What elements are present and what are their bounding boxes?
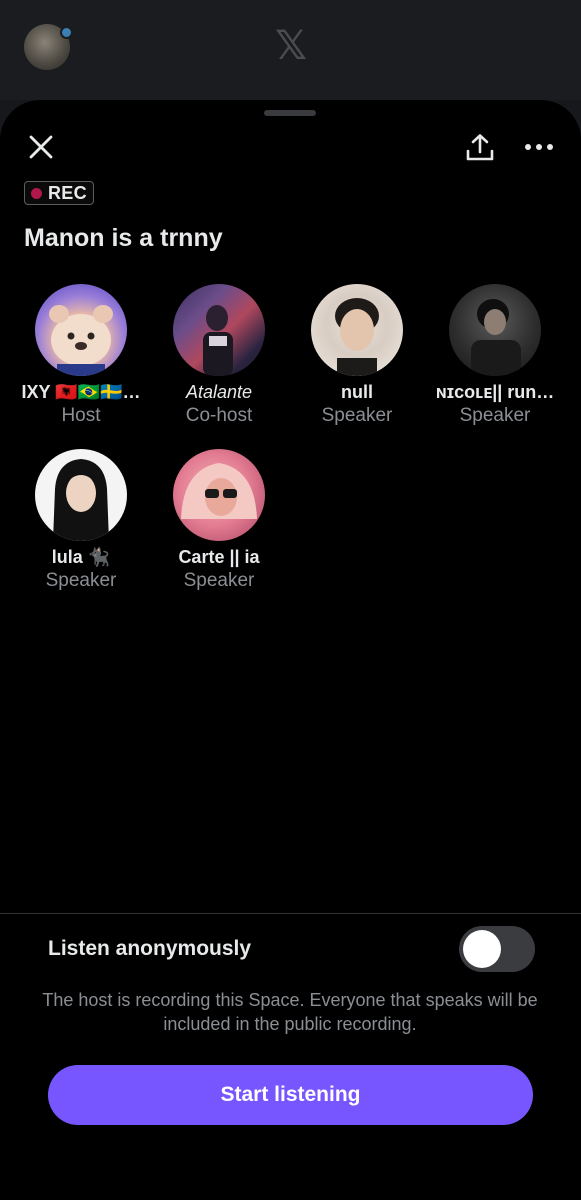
portrait-figure-icon bbox=[471, 299, 521, 376]
participant-name: null bbox=[341, 382, 373, 402]
participant-role: Host bbox=[61, 405, 101, 426]
avatar bbox=[311, 284, 403, 376]
avatar bbox=[35, 449, 127, 541]
participant-name: Atalante bbox=[185, 382, 253, 402]
recording-dot-icon bbox=[31, 187, 42, 199]
x-logo-icon: 𝕏 bbox=[274, 24, 308, 68]
share-icon bbox=[466, 134, 494, 161]
participant-cohost[interactable]: Atalante Co-host bbox=[150, 284, 288, 427]
participant-role: Co-host bbox=[185, 405, 253, 426]
recording-notice: The host is recording this Space. Everyo… bbox=[42, 990, 538, 1034]
sheet-grabber[interactable] bbox=[264, 110, 316, 116]
avatar bbox=[449, 284, 541, 376]
space-title: Manon is a trnny bbox=[24, 224, 223, 252]
listen-anonymously-label: Listen anonymously bbox=[48, 937, 252, 960]
participant-speaker[interactable]: Carte || ia Speaker bbox=[150, 449, 288, 592]
avatar bbox=[173, 284, 265, 376]
portrait-face-icon bbox=[335, 298, 379, 376]
space-sheet: REC Manon is a trnny IXY 🇦🇱🇧🇷🇸🇪… Host At… bbox=[0, 100, 581, 1200]
participant-role: Speaker bbox=[45, 570, 117, 591]
participant-role: Speaker bbox=[183, 570, 255, 591]
portrait-face-icon bbox=[53, 459, 109, 541]
portrait-face-icon bbox=[181, 463, 257, 519]
participant-name: IXY 🇦🇱🇧🇷🇸🇪… bbox=[21, 382, 141, 402]
participant-name: Carte || ia bbox=[178, 547, 260, 567]
participant-speaker[interactable]: lula 🐈‍⬛ Speaker bbox=[12, 449, 150, 592]
person-figure-icon bbox=[203, 305, 233, 376]
close-button[interactable] bbox=[24, 130, 58, 164]
start-listening-button[interactable]: Start listening bbox=[48, 1065, 533, 1125]
avatar bbox=[35, 284, 127, 376]
participant-role: Speaker bbox=[321, 405, 393, 426]
avatar bbox=[173, 449, 265, 541]
participant-name: ɴɪᴄᴏʟᴇ|| run… bbox=[435, 382, 555, 402]
participant-role: Speaker bbox=[459, 405, 531, 426]
recording-label: REC bbox=[48, 182, 87, 203]
more-options-button[interactable] bbox=[520, 132, 558, 162]
divider bbox=[0, 913, 581, 914]
recording-badge: REC bbox=[24, 181, 94, 205]
background-header: 𝕏 bbox=[0, 0, 581, 100]
share-button[interactable] bbox=[462, 130, 498, 166]
more-icon bbox=[525, 144, 553, 150]
notification-dot bbox=[60, 26, 73, 39]
participant-host[interactable]: IXY 🇦🇱🇧🇷🇸🇪… Host bbox=[12, 284, 150, 427]
participant-speaker[interactable]: null Speaker bbox=[288, 284, 426, 427]
participant-speaker[interactable]: ɴɪᴄᴏʟᴇ|| run… Speaker bbox=[426, 284, 564, 427]
plush-character-icon bbox=[49, 305, 113, 376]
close-icon bbox=[29, 135, 53, 159]
listen-anonymously-toggle[interactable] bbox=[459, 926, 535, 972]
participant-name: lula 🐈‍⬛ bbox=[51, 547, 111, 567]
toggle-knob bbox=[463, 930, 501, 968]
